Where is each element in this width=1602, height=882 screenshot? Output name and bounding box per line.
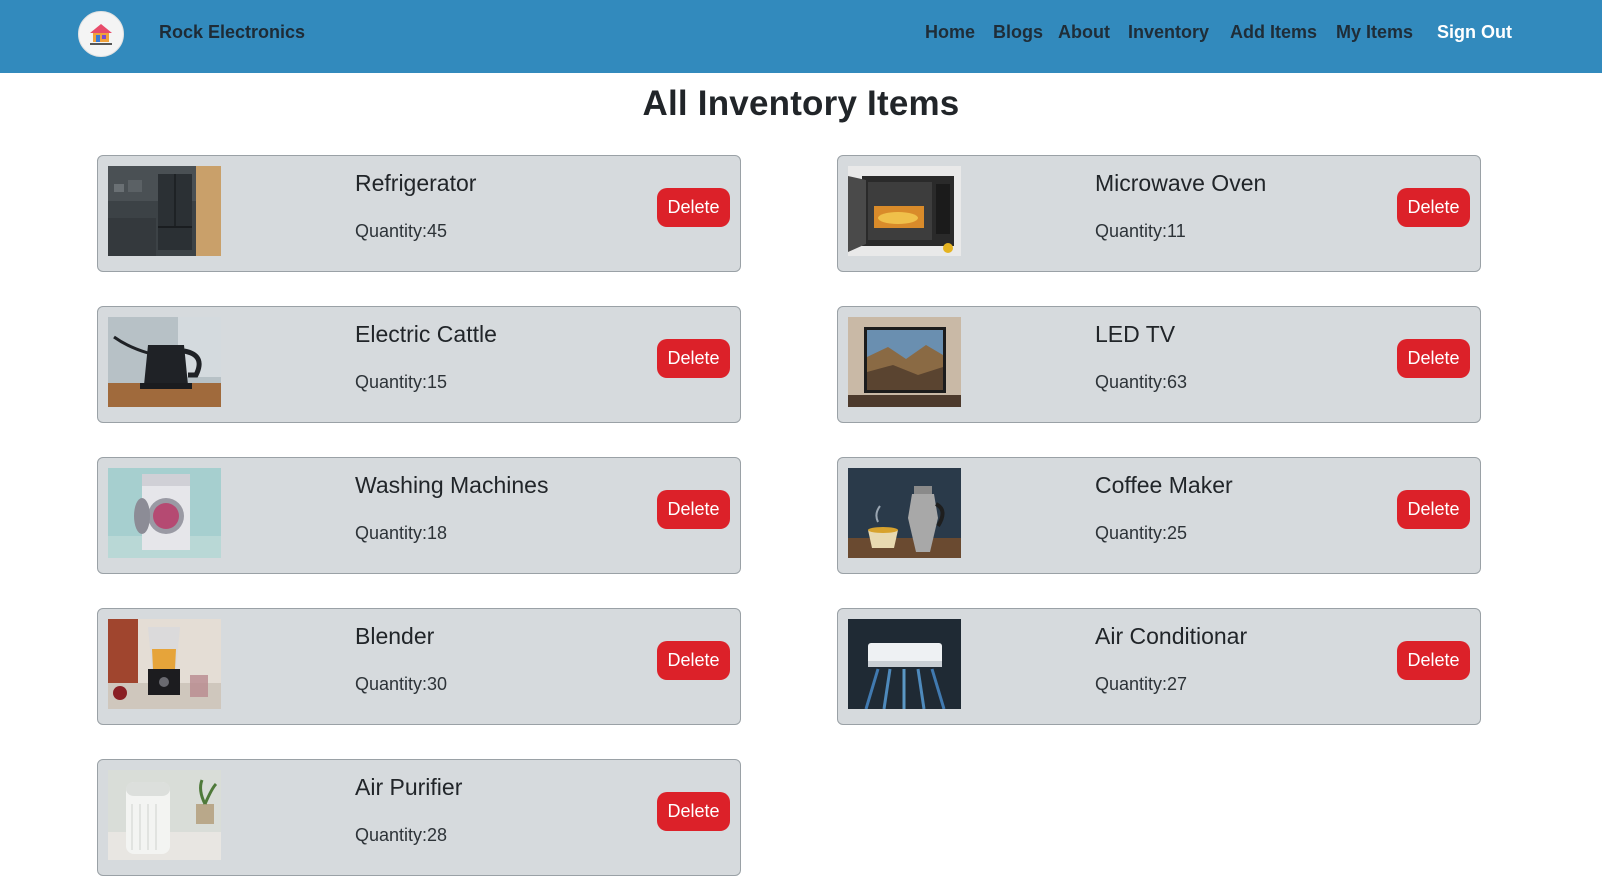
- quantity-label: Quantity:: [355, 372, 428, 392]
- page-title: All Inventory Items: [642, 84, 960, 123]
- quantity-label: Quantity:: [355, 825, 428, 845]
- item-name: Refrigerator: [355, 170, 477, 196]
- nav-link-add-items[interactable]: Add Items: [1230, 22, 1317, 43]
- item-name: Air Conditionar: [1095, 623, 1248, 649]
- sign-out-link[interactable]: Sign Out: [1437, 22, 1512, 43]
- quantity-label: Quantity:: [1095, 221, 1168, 241]
- quantity-value: 15: [427, 372, 448, 392]
- quantity-value: 25: [1167, 523, 1188, 543]
- item-name: Air Purifier: [355, 774, 463, 800]
- quantity-value: 18: [427, 523, 448, 543]
- inventory-card: Air Conditionar Quantity:27 Delete: [837, 608, 1481, 725]
- tv-photo: [848, 317, 961, 407]
- item-quantity: Quantity:27: [1095, 674, 1187, 695]
- inventory-card: Washing Machines Quantity:18 Delete: [97, 457, 741, 574]
- inventory-card: LED TV Quantity:63 Delete: [837, 306, 1481, 423]
- nav-link-inventory[interactable]: Inventory: [1128, 22, 1209, 43]
- quantity-value: 11: [1167, 221, 1186, 241]
- quantity-label: Quantity:: [1095, 372, 1168, 392]
- item-name: Coffee Maker: [1095, 472, 1233, 498]
- nav-link-about[interactable]: About: [1058, 22, 1110, 43]
- quantity-label: Quantity:: [355, 674, 428, 694]
- item-name: Blender: [355, 623, 435, 649]
- inventory-card: Microwave Oven Quantity:11 Delete: [837, 155, 1481, 272]
- delete-button[interactable]: Delete: [1397, 641, 1470, 680]
- washing-machine-photo: [108, 468, 221, 558]
- delete-button[interactable]: Delete: [1397, 188, 1470, 227]
- item-name: LED TV: [1095, 321, 1176, 347]
- delete-button[interactable]: Delete: [657, 188, 730, 227]
- item-quantity: Quantity:25: [1095, 523, 1187, 544]
- coffee-maker-photo: [848, 468, 961, 558]
- nav-link-home[interactable]: Home: [925, 22, 975, 43]
- item-quantity: Quantity:63: [1095, 372, 1187, 393]
- kettle-photo: [108, 317, 221, 407]
- delete-button[interactable]: Delete: [657, 339, 730, 378]
- quantity-label: Quantity:: [355, 523, 428, 543]
- delete-button[interactable]: Delete: [657, 641, 730, 680]
- inventory-card: Refrigerator Quantity:45 Delete: [97, 155, 741, 272]
- air-conditioner-photo: [848, 619, 961, 709]
- quantity-value: 27: [1167, 674, 1188, 694]
- quantity-value: 45: [427, 221, 448, 241]
- blender-photo: [108, 619, 221, 709]
- inventory-card: Air Purifier Quantity:28 Delete: [97, 759, 741, 876]
- inventory-card: Electric Cattle Quantity:15 Delete: [97, 306, 741, 423]
- item-name: Washing Machines: [355, 472, 549, 498]
- nav-link-my-items[interactable]: My Items: [1336, 22, 1413, 43]
- item-quantity: Quantity:28: [355, 825, 447, 846]
- item-quantity: Quantity:18: [355, 523, 447, 544]
- item-quantity: Quantity:30: [355, 674, 447, 695]
- item-quantity: Quantity:45: [355, 221, 447, 242]
- item-name: Microwave Oven: [1095, 170, 1267, 196]
- navbar: Rock Electronics Home Blogs About Invent…: [0, 0, 1602, 73]
- quantity-value: 30: [427, 674, 448, 694]
- brand-name[interactable]: Rock Electronics: [159, 22, 305, 43]
- refrigerator-photo: [108, 166, 221, 256]
- air-purifier-photo: [108, 770, 221, 860]
- inventory-card: Coffee Maker Quantity:25 Delete: [837, 457, 1481, 574]
- house-logo-icon[interactable]: [78, 11, 124, 57]
- quantity-value: 28: [427, 825, 448, 845]
- item-quantity: Quantity:15: [355, 372, 447, 393]
- quantity-label: Quantity:: [355, 221, 428, 241]
- item-name: Electric Cattle: [355, 321, 497, 347]
- delete-button[interactable]: Delete: [1397, 490, 1470, 529]
- delete-button[interactable]: Delete: [657, 490, 730, 529]
- item-quantity: Quantity:11: [1095, 221, 1186, 242]
- quantity-label: Quantity:: [1095, 674, 1168, 694]
- quantity-value: 63: [1167, 372, 1188, 392]
- quantity-label: Quantity:: [1095, 523, 1168, 543]
- microwave-photo: [848, 166, 961, 256]
- delete-button[interactable]: Delete: [1397, 339, 1470, 378]
- inventory-card: Blender Quantity:30 Delete: [97, 608, 741, 725]
- nav-link-blogs[interactable]: Blogs: [993, 22, 1043, 43]
- delete-button[interactable]: Delete: [657, 792, 730, 831]
